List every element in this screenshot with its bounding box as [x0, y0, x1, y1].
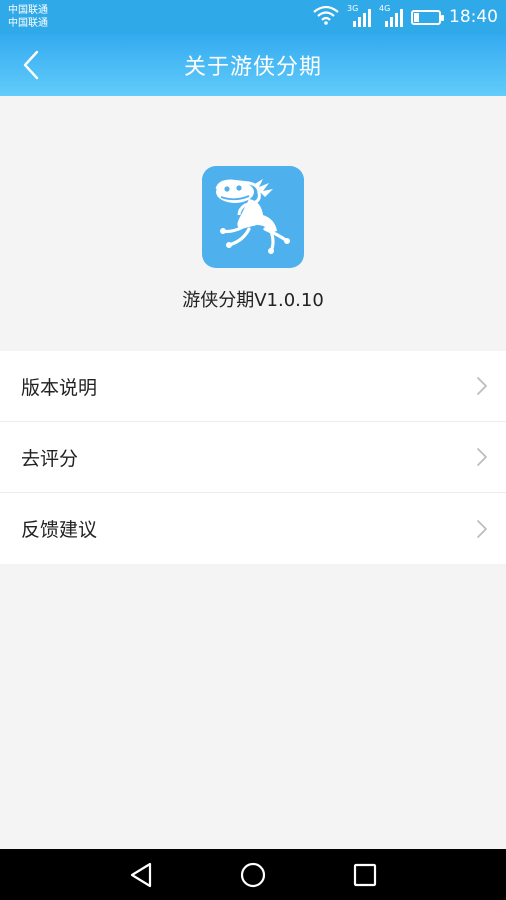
- menu-item-version-notes[interactable]: 版本说明: [0, 351, 506, 422]
- status-time: 18:40: [449, 7, 498, 27]
- page-title: 关于游侠分期: [183, 55, 322, 80]
- battery-fill: [414, 12, 419, 22]
- battery-icon: [411, 9, 444, 25]
- navigation-bar: [0, 849, 506, 900]
- settings-menu: 版本说明 去评分 反馈建议: [0, 351, 506, 564]
- chevron-right-icon: [477, 377, 487, 395]
- carrier-1-label: 中国联通: [8, 5, 48, 16]
- menu-item-label: 反馈建议: [21, 519, 98, 541]
- signal-4g-icon: 4G: [379, 4, 403, 27]
- about-section: 游侠分期V1.0.10: [0, 96, 506, 350]
- app-version-label: 游侠分期V1.0.10: [182, 290, 324, 311]
- menu-item-feedback[interactable]: 反馈建议: [0, 493, 506, 564]
- circle-home-icon: [240, 862, 266, 887]
- app-logo: [202, 166, 304, 268]
- carrier-2-label: 中国联通: [8, 18, 48, 29]
- carrier-info: 中国联通 中国联通: [8, 4, 48, 30]
- horse-logo-icon: [215, 179, 290, 254]
- chevron-right-icon: [477, 448, 487, 466]
- nav-recents-button[interactable]: [348, 858, 382, 892]
- signal-3g-icon: 3G: [347, 4, 371, 27]
- triangle-back-icon: [130, 862, 152, 887]
- title-bar: 关于游侠分期: [0, 34, 506, 96]
- nav-back-button[interactable]: [124, 858, 158, 892]
- chevron-right-icon: [477, 519, 487, 538]
- back-button[interactable]: [14, 48, 48, 82]
- wifi-icon: [313, 5, 339, 30]
- nav-home-button[interactable]: [236, 858, 270, 892]
- status-icons: 3G 4G 18:40: [313, 4, 498, 30]
- chevron-left-icon: [23, 50, 39, 80]
- square-recents-icon: [353, 863, 377, 886]
- network-3g-label: 3G: [347, 4, 359, 13]
- menu-item-label: 去评分: [21, 447, 79, 470]
- menu-item-rate-app[interactable]: 去评分: [0, 422, 506, 493]
- menu-item-label: 版本说明: [21, 376, 98, 399]
- status-bar: 中国联通 中国联通 3G 4G 18:40: [0, 0, 506, 34]
- network-4g-label: 4G: [379, 4, 391, 13]
